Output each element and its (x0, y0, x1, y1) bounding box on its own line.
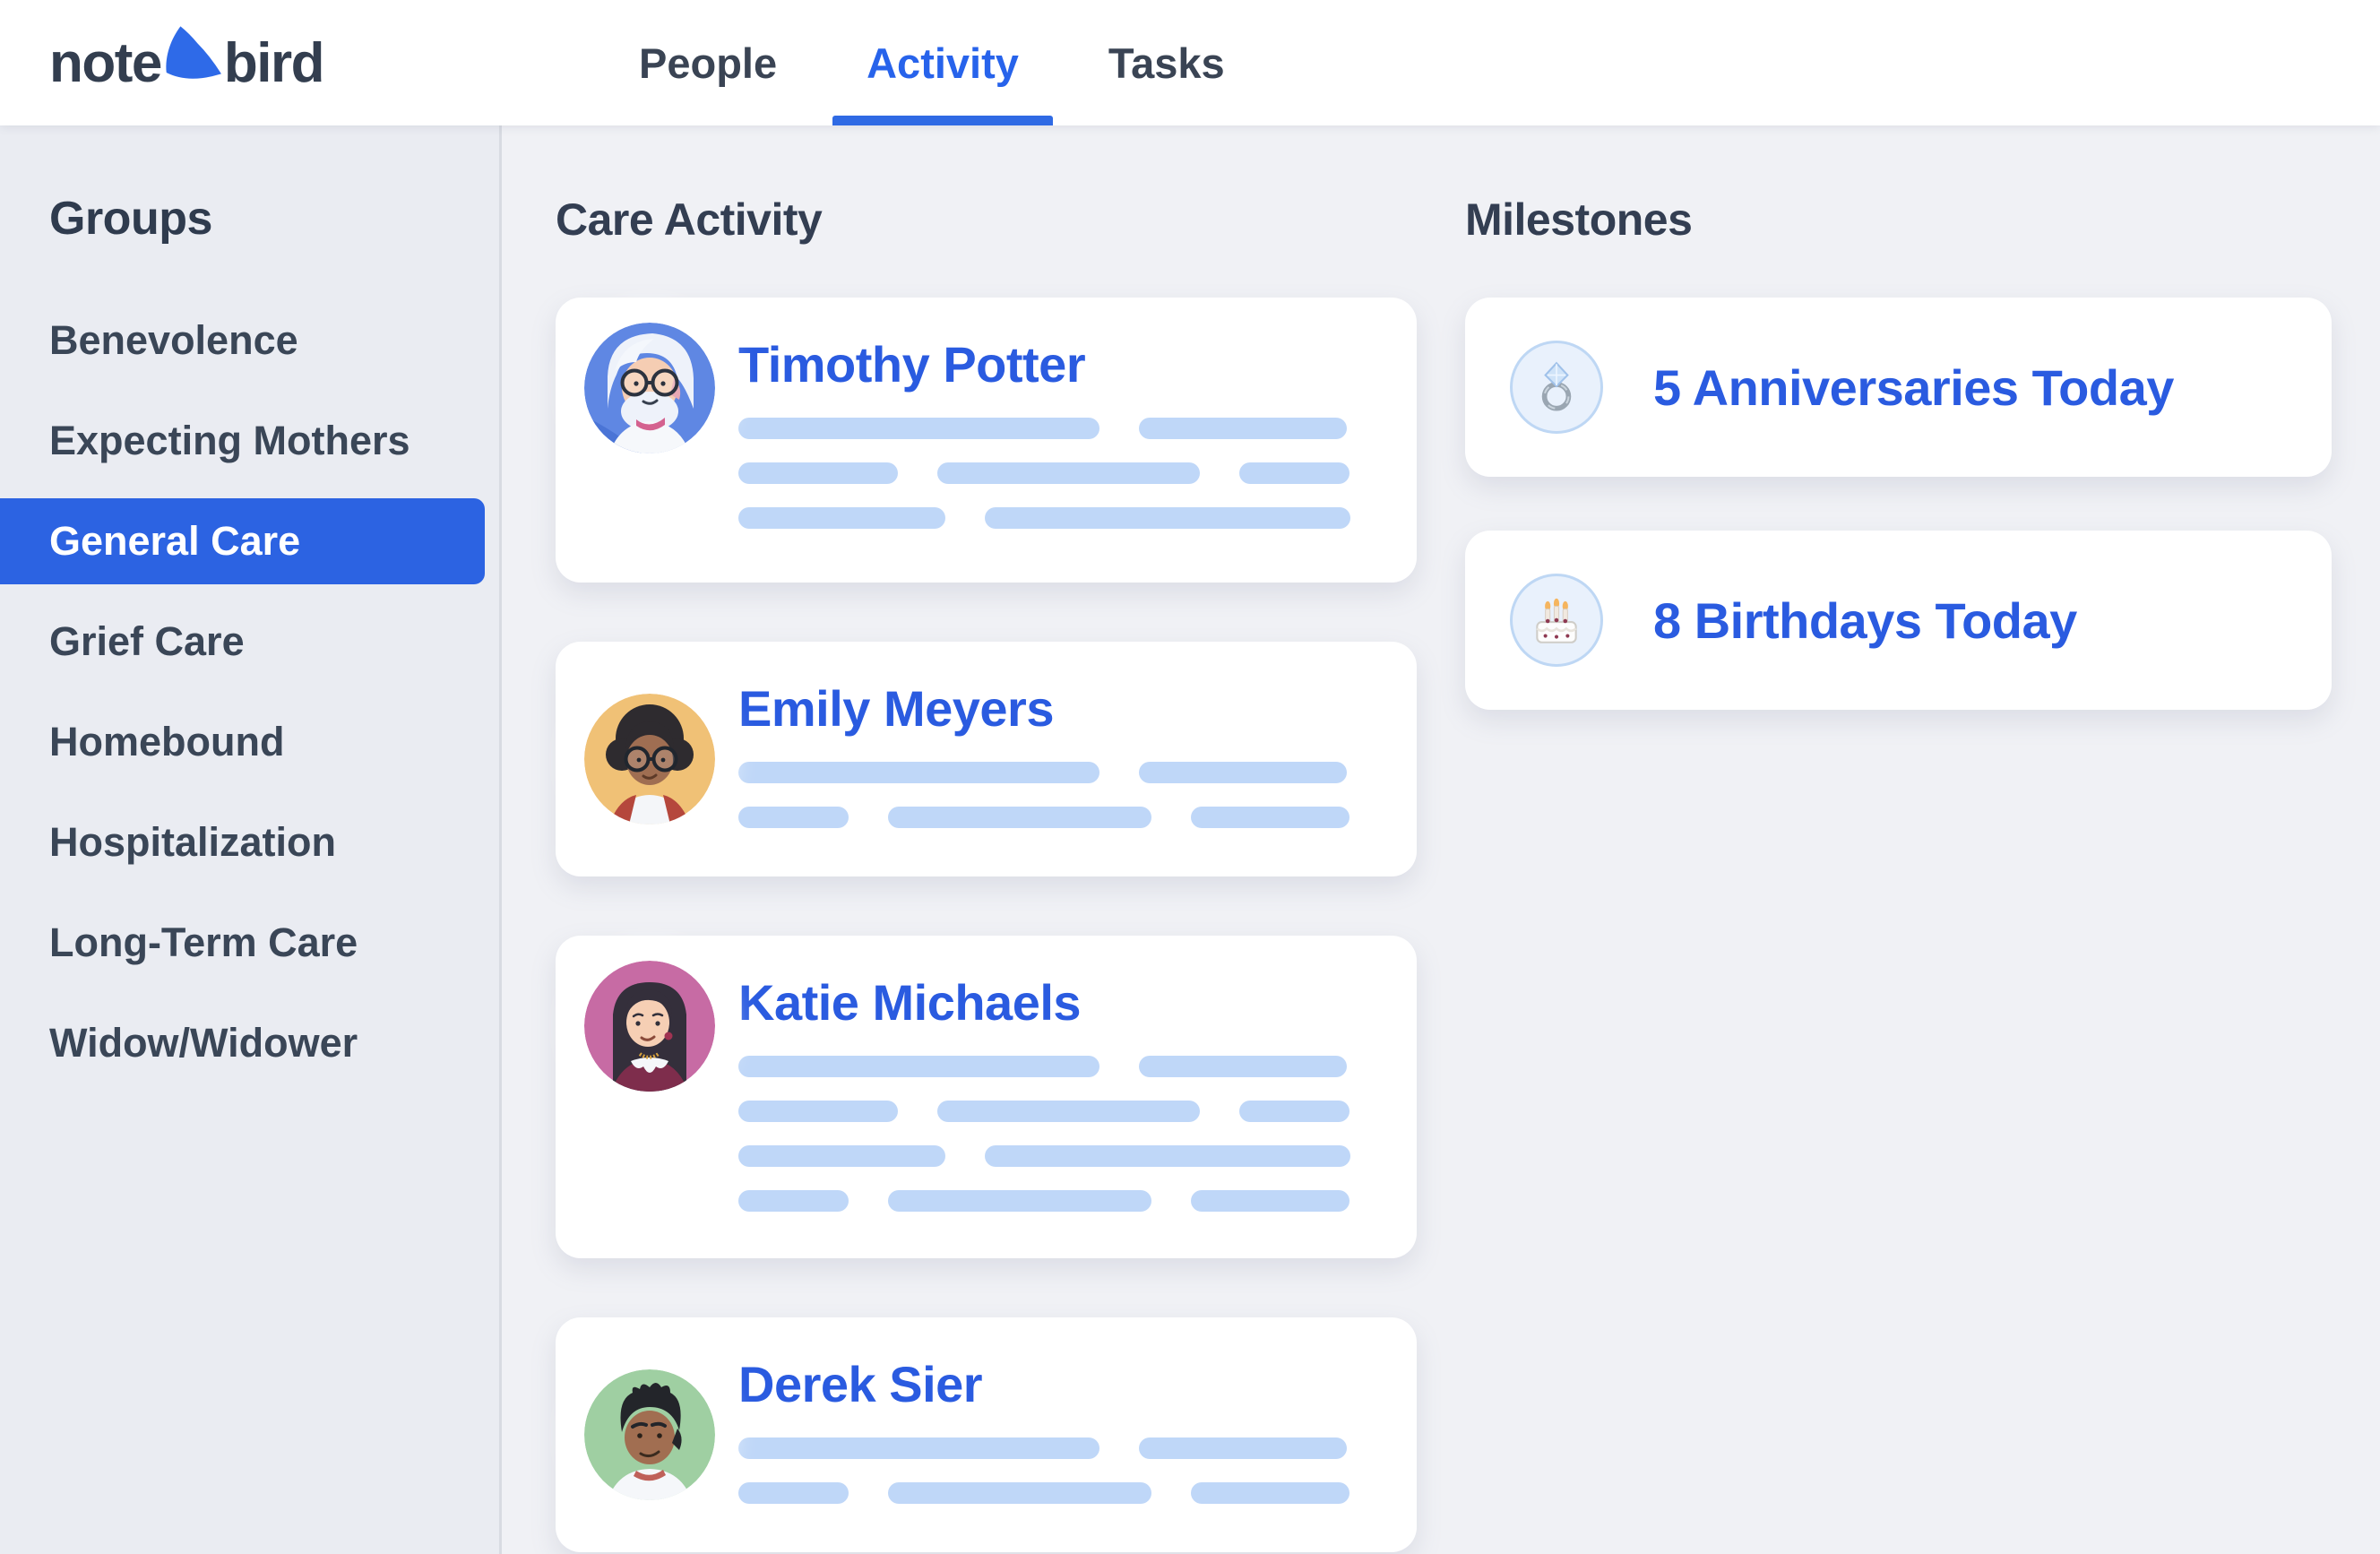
placeholder-row (738, 462, 1350, 484)
workspace: Groups Benevolence Expecting Mothers Gen… (0, 125, 2380, 1554)
sidebar-heading: Groups (0, 192, 499, 246)
placeholder-row (738, 807, 1350, 828)
care-activity-section: Care Activity (556, 125, 1417, 1554)
top-nav: note bird People Activity Tasks (0, 0, 2380, 125)
placeholder-bar (985, 1145, 1350, 1167)
placeholder-row (738, 418, 1350, 439)
placeholder-bar (738, 418, 1099, 439)
milestones-section: Milestones 5 Anniversaries Today (1465, 125, 2332, 1554)
care-activity-card-katie-michaels[interactable]: Katie Michaels (556, 936, 1417, 1258)
sidebar-item-grief-care[interactable]: Grief Care (0, 599, 499, 685)
placeholder-bar (738, 507, 945, 529)
avatar-elderly-man-illustration (584, 323, 715, 453)
placeholder-row (738, 1190, 1350, 1212)
placeholder-bar (1239, 462, 1350, 484)
placeholder-bar (985, 507, 1350, 529)
placeholder-bar (1191, 1190, 1350, 1212)
care-activity-card-timothy-potter[interactable]: Timothy Potter (556, 298, 1417, 583)
placeholder-bar (888, 1190, 1151, 1212)
tab-people[interactable]: People (639, 0, 777, 125)
sidebar-item-expecting-mothers[interactable]: Expecting Mothers (0, 398, 499, 484)
groups-sidebar: Groups Benevolence Expecting Mothers Gen… (0, 125, 502, 1554)
placeholder-bar (738, 762, 1099, 783)
avatar (584, 323, 715, 453)
sidebar-item-homebound[interactable]: Homebound (0, 699, 499, 785)
placeholder-bar (937, 1101, 1201, 1122)
placeholder-bar (888, 1482, 1151, 1504)
placeholder-bar (738, 1482, 849, 1504)
placeholder-bar (738, 1145, 945, 1167)
milestone-card-anniversaries[interactable]: 5 Anniversaries Today (1465, 298, 2332, 477)
ring-icon (1510, 341, 1603, 434)
notebird-app: note bird People Activity Tasks Groups B… (0, 0, 2380, 1554)
placeholder-bar (738, 807, 849, 828)
avatar-man-black-hair-illustration (584, 1369, 715, 1500)
tab-tasks[interactable]: Tasks (1108, 0, 1225, 125)
tab-activity[interactable]: Activity (867, 0, 1019, 125)
avatar (584, 1369, 715, 1500)
placeholder-bar (1191, 1482, 1350, 1504)
placeholder-bar (888, 807, 1151, 828)
bird-icon (162, 23, 223, 88)
milestone-card-birthdays[interactable]: 8 Birthdays Today (1465, 531, 2332, 710)
placeholder-text-block (738, 418, 1350, 529)
placeholder-row (738, 762, 1350, 783)
brand-logo[interactable]: note bird (49, 0, 323, 125)
sidebar-item-benevolence[interactable]: Benevolence (0, 298, 499, 384)
milestone-label: 8 Birthdays Today (1653, 591, 2077, 650)
cake-icon (1510, 574, 1603, 667)
placeholder-text-block (738, 762, 1350, 828)
placeholder-row (738, 1056, 1350, 1077)
placeholder-bar (1139, 1437, 1347, 1459)
avatar-woman-curly-hair-illustration (584, 694, 715, 824)
care-activity-card-derek-sier[interactable]: Derek Sier (556, 1317, 1417, 1552)
milestones-heading: Milestones (1465, 194, 2332, 246)
primary-nav: People Activity Tasks (639, 0, 1225, 125)
avatar (584, 694, 715, 824)
sidebar-item-hospitalization[interactable]: Hospitalization (0, 799, 499, 885)
placeholder-row (738, 1437, 1350, 1459)
milestone-label: 5 Anniversaries Today (1653, 358, 2174, 417)
person-name: Timothy Potter (738, 298, 1350, 393)
sidebar-item-widow-widower[interactable]: Widow/Widower (0, 1000, 499, 1086)
avatar (584, 961, 715, 1092)
placeholder-bar (738, 1190, 849, 1212)
person-name: Emily Meyers (738, 642, 1350, 737)
care-activity-card-list: Timothy Potter (556, 298, 1417, 1552)
placeholder-bar (1139, 1056, 1347, 1077)
placeholder-bar (1139, 762, 1347, 783)
placeholder-bar (1139, 418, 1347, 439)
placeholder-bar (738, 1101, 898, 1122)
avatar-woman-long-hair-illustration (584, 961, 715, 1092)
sidebar-item-long-term-care[interactable]: Long-Term Care (0, 900, 499, 986)
placeholder-bar (738, 1056, 1099, 1077)
milestones-card-list: 5 Anniversaries Today (1465, 298, 2332, 710)
placeholder-text-block (738, 1056, 1350, 1212)
sidebar-group-list: Benevolence Expecting Mothers General Ca… (0, 298, 499, 1086)
placeholder-bar (738, 1437, 1099, 1459)
placeholder-bar (1239, 1101, 1350, 1122)
placeholder-row (738, 1482, 1350, 1504)
care-activity-card-emily-meyers[interactable]: Emily Meyers (556, 642, 1417, 876)
placeholder-row (738, 1101, 1350, 1122)
care-activity-heading: Care Activity (556, 194, 1417, 246)
placeholder-row (738, 507, 1350, 529)
placeholder-bar (1191, 807, 1350, 828)
person-name: Derek Sier (738, 1317, 1350, 1412)
placeholder-text-block (738, 1437, 1350, 1504)
brand-logo-suffix: bird (224, 31, 323, 95)
placeholder-bar (937, 462, 1201, 484)
sidebar-item-general-care[interactable]: General Care (0, 498, 485, 584)
placeholder-bar (738, 462, 898, 484)
brand-logo-prefix: note (49, 31, 161, 95)
person-name: Katie Michaels (738, 936, 1350, 1031)
main-content: Care Activity (502, 125, 2380, 1554)
placeholder-row (738, 1145, 1350, 1167)
